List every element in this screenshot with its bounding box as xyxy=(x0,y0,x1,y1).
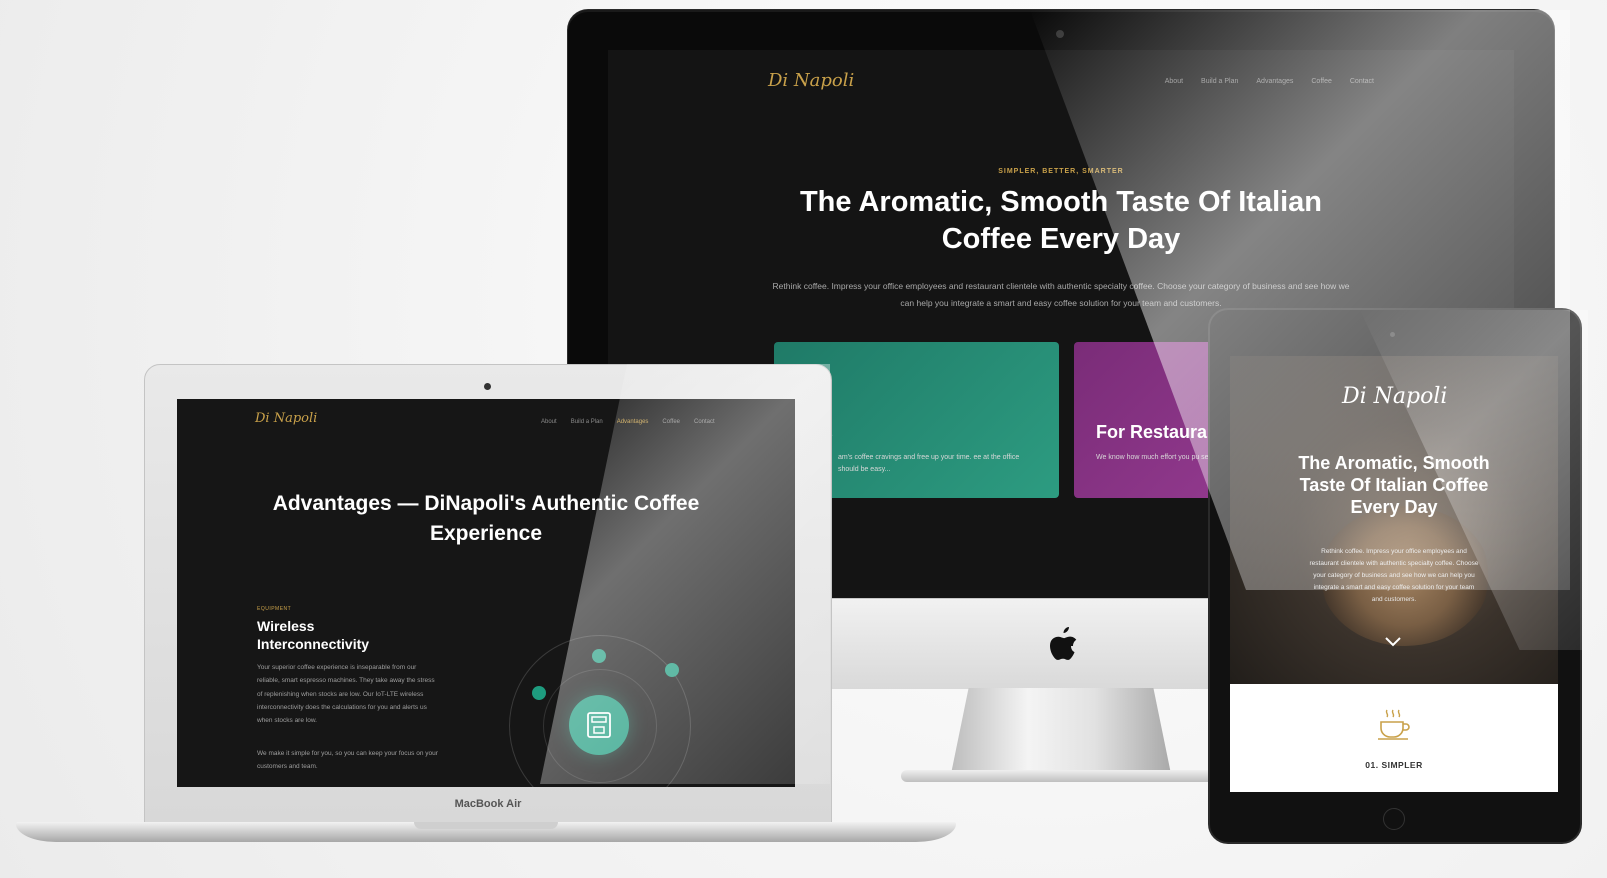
hero-text: Rethink coffee. Impress your office empl… xyxy=(772,281,1350,308)
hero-title: The Aromatic, Smooth Taste Of Italian Co… xyxy=(799,186,1323,255)
chevron-down-icon[interactable] xyxy=(1384,636,1402,648)
ipad-camera xyxy=(1390,332,1395,337)
satellite-icon xyxy=(665,663,679,677)
step-label: 01. SIMPLER xyxy=(1365,760,1423,770)
nav-coffee[interactable]: Coffee xyxy=(662,419,680,425)
macbook-screen: Di Napoli About Build a Plan Advantages … xyxy=(177,399,795,787)
card-restaurants-title: For Restauran xyxy=(1096,422,1219,442)
page-title: Advantages — DiNapoli's Authentic Coffee… xyxy=(272,492,700,545)
feature-title: Wireless Interconnectivity xyxy=(257,618,370,652)
apple-icon xyxy=(1050,627,1077,660)
site-logo[interactable]: Di Napoli xyxy=(768,70,854,91)
macbook-device: Di Napoli About Build a Plan Advantages … xyxy=(16,364,956,848)
feature-text-secondary: We make it simple for you, so you can ke… xyxy=(257,750,438,771)
site-nav: About Build a Plan Advantages Coffee Con… xyxy=(1165,78,1374,85)
nav-build-a-plan[interactable]: Build a Plan xyxy=(1201,78,1238,85)
ipad-hero-title: The Aromatic, Smooth Taste Of Italian Co… xyxy=(1298,453,1490,517)
nav-contact[interactable]: Contact xyxy=(694,419,715,425)
macbook-notch xyxy=(414,822,558,829)
ipad-screen: Di Napoli The Aromatic, Smooth Taste Of … xyxy=(1230,356,1558,792)
coffee-cup-icon xyxy=(1378,709,1410,740)
nav-build-a-plan[interactable]: Build a Plan xyxy=(571,419,603,425)
hero-eyebrow: SIMPLER, BETTER, SMARTER xyxy=(998,168,1124,175)
wifi-icon xyxy=(532,686,546,700)
satellite-icon xyxy=(592,649,606,663)
feature-eyebrow: EQUIPMENT xyxy=(257,606,292,612)
nav-coffee[interactable]: Coffee xyxy=(1311,78,1332,85)
macbook-camera xyxy=(484,383,491,390)
ipad-home-button xyxy=(1383,808,1405,830)
ipad-device: Di Napoli The Aromatic, Smooth Taste Of … xyxy=(1208,308,1582,844)
ipad-steps-panel: 01. SIMPLER xyxy=(1230,684,1558,792)
macbook-brand-label: MacBook Air xyxy=(454,798,522,810)
mockup-stage: Di Napoli About Build a Plan Advantages … xyxy=(0,0,1607,878)
nav-advantages[interactable]: Advantages xyxy=(617,419,649,425)
feature-text: Your superior coffee experience is insep… xyxy=(257,664,435,725)
ipad-hero-text: Rethink coffee. Impress your office empl… xyxy=(1309,548,1479,603)
site-nav: About Build a Plan Advantages Coffee Con… xyxy=(541,419,715,425)
imac-stand xyxy=(951,688,1171,774)
nav-contact[interactable]: Contact xyxy=(1350,78,1374,85)
coffee-machine-icon xyxy=(569,695,629,755)
nav-advantages[interactable]: Advantages xyxy=(1256,78,1293,85)
nav-about[interactable]: About xyxy=(1165,78,1183,85)
macbook-lid: Di Napoli About Build a Plan Advantages … xyxy=(144,364,832,826)
site-logo[interactable]: Di Napoli xyxy=(1342,384,1447,409)
nav-about[interactable]: About xyxy=(541,419,557,425)
imac-camera xyxy=(1056,30,1064,38)
site-logo[interactable]: Di Napoli xyxy=(255,411,317,426)
